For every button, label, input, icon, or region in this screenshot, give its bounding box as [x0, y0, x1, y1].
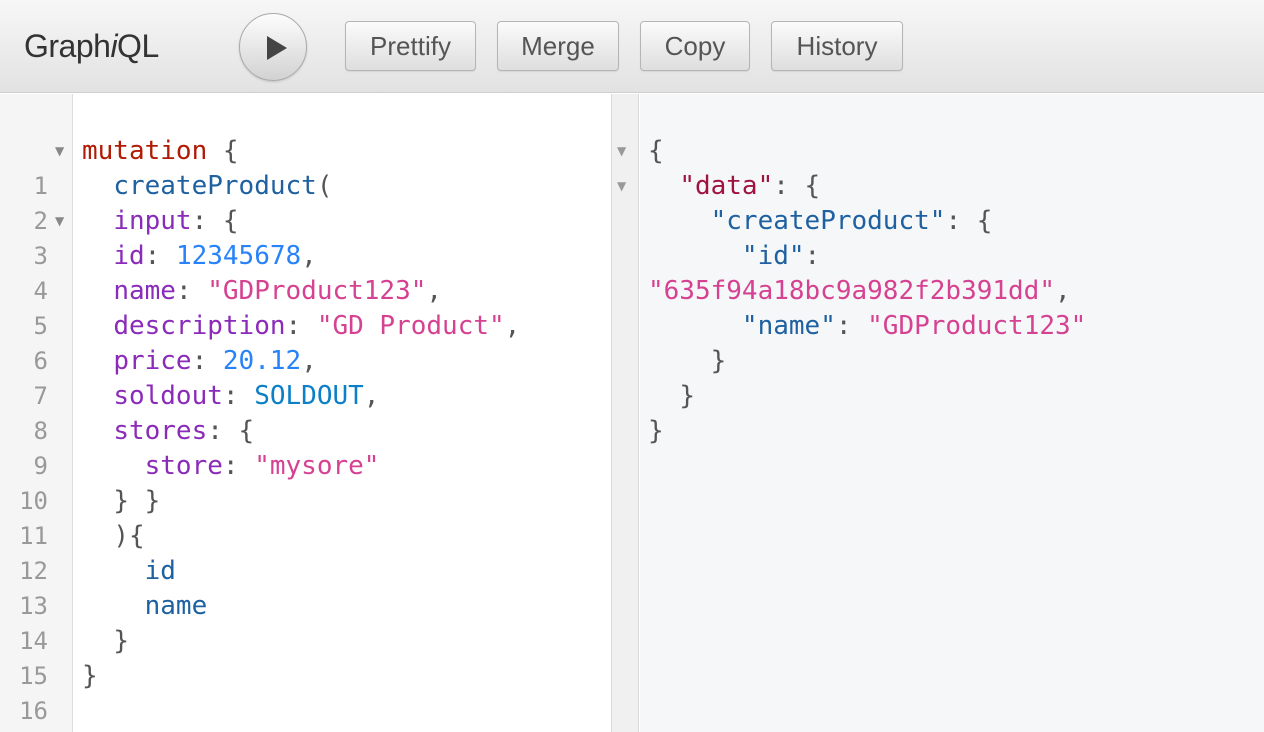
code-line: 9 stores: { [0, 414, 255, 480]
fold-arrow-icon[interactable]: ▼ [617, 169, 626, 204]
code-line: 16 } [0, 659, 98, 725]
merge-button[interactable]: Merge [497, 21, 619, 71]
code-line: 3 ▼ input: { [0, 204, 239, 270]
code-line: 1 ▼ mutation { [0, 134, 239, 200]
result-line: "name": "GDProduct123" [741, 311, 1087, 341]
graphiql-logo: GraphiQL [24, 28, 159, 64]
prettify-button[interactable]: Prettify [345, 21, 476, 71]
code-line: 5 name: "GDProduct123", [0, 274, 443, 340]
result-line: } [648, 416, 664, 446]
fold-arrow-icon[interactable]: ▼ [55, 134, 64, 169]
line-number: 16 [19, 697, 48, 725]
play-icon [267, 36, 287, 60]
result-line: } [710, 346, 727, 376]
history-button[interactable]: History [771, 21, 903, 71]
code-line: 11 } } [0, 484, 160, 550]
result-line: { [648, 136, 664, 166]
code-line: 7 price: 20.12, [0, 344, 317, 410]
code-line: 14 name [0, 589, 207, 655]
code-line: 10 store: "mysore" [0, 449, 379, 515]
code-line: 8 soldout: SOLDOUT, [0, 379, 380, 445]
code-line: 12 ){ [0, 519, 145, 585]
result-line: "635f94a18bc9a982f2b391dd", [648, 276, 1071, 306]
execute-query-button[interactable] [239, 13, 307, 81]
code-line: 13 id [0, 554, 176, 620]
toolbar: GraphiQL Prettify Merge Copy History [0, 0, 1264, 93]
result-line: } [679, 381, 695, 411]
result-line: "data": { [679, 171, 821, 201]
fold-arrow-icon[interactable]: ▼ [617, 134, 626, 169]
fold-arrow-icon[interactable]: ▼ [55, 204, 64, 239]
code-line: 6 description: "GD Product", [0, 309, 521, 375]
copy-button[interactable]: Copy [640, 21, 750, 71]
code-line: 2 createProduct( [0, 169, 333, 235]
query-editor[interactable]: 1 ▼ mutation { 2 createProduct( 3 ▼ inpu… [0, 94, 611, 732]
result-line: "id": [741, 241, 821, 271]
result-line: "createProduct": { [710, 206, 993, 236]
code-line: 4 id: 12345678, [0, 239, 317, 305]
code-line: 15 } [0, 624, 129, 690]
